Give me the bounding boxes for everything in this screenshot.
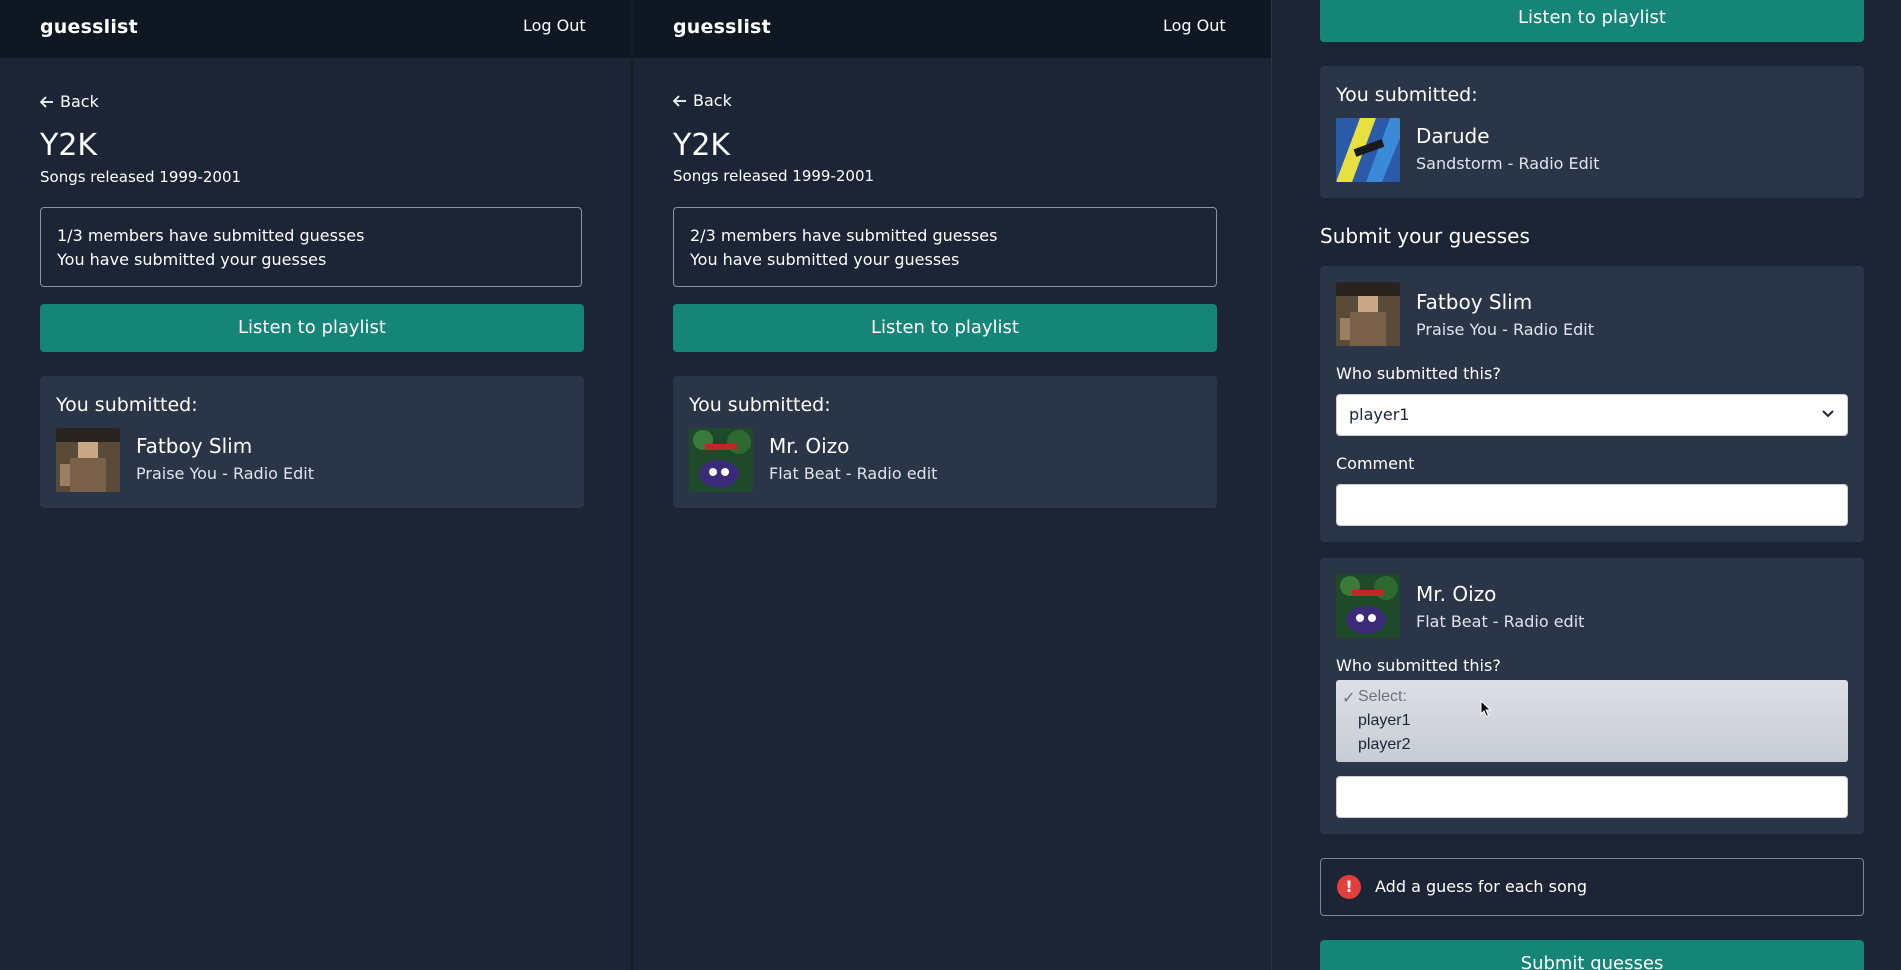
brand-logo[interactable]: guesslist xyxy=(40,16,138,38)
track-title: Sandstorm - Radio Edit xyxy=(1416,154,1600,173)
submission-status-box: 1/3 members have submitted guesses You h… xyxy=(40,207,582,287)
submission-status-box: 2/3 members have submitted guesses You h… xyxy=(673,207,1217,287)
members-status: 2/3 members have submitted guesses xyxy=(690,226,998,245)
alert-text: Add a guess for each song xyxy=(1375,877,1588,896)
back-link[interactable]: Back xyxy=(673,91,732,110)
back-label: Back xyxy=(60,92,99,111)
track-title: Praise You - Radio Edit xyxy=(1416,320,1595,339)
dropdown-option-select[interactable]: ✓ Select: xyxy=(1342,688,1407,707)
submitted-label: You submitted: xyxy=(1336,84,1478,106)
album-art-mr-oizo xyxy=(689,428,753,492)
page-title: Y2K xyxy=(673,128,731,163)
page-subtitle: Songs released 1999-2001 xyxy=(40,168,242,186)
submitted-label: You submitted: xyxy=(56,394,198,416)
arrow-left-icon xyxy=(40,95,53,108)
album-art-mr-oizo xyxy=(1336,574,1400,638)
window-pane-2: guesslist Log Out Back Y2K Songs release… xyxy=(633,0,1272,970)
own-status: You have submitted your guesses xyxy=(57,250,327,269)
window-pane-1: guesslist Log Out Back Y2K Songs release… xyxy=(0,0,633,970)
listen-to-playlist-button[interactable]: Listen to playlist xyxy=(1320,0,1864,42)
submitted-card: You submitted: Darude Sandstorm - Radio … xyxy=(1320,66,1864,198)
comment-label: Comment xyxy=(1336,454,1415,473)
logout-link[interactable]: Log Out xyxy=(1163,16,1226,35)
track-title: Flat Beat - Radio edit xyxy=(769,464,938,483)
page-title: Y2K xyxy=(40,128,98,163)
page-subtitle: Songs released 1999-2001 xyxy=(673,167,875,185)
own-status: You have submitted your guesses xyxy=(690,250,960,269)
track-title: Flat Beat - Radio edit xyxy=(1416,612,1585,631)
who-submitted-label: Who submitted this? xyxy=(1336,364,1501,383)
top-header: guesslist Log Out xyxy=(633,0,1271,58)
check-icon: ✓ xyxy=(1342,690,1356,707)
brand-logo[interactable]: guesslist xyxy=(673,16,771,38)
chevron-down-icon xyxy=(1822,410,1834,418)
selected-value: player1 xyxy=(1349,405,1410,424)
listen-to-playlist-button[interactable]: Listen to playlist xyxy=(40,304,584,352)
submitted-card: You submitted: Mr. Oizo Flat Beat - Radi… xyxy=(673,376,1217,508)
who-submitted-dropdown-open[interactable]: ✓ Select: player1 player2 xyxy=(1336,680,1848,762)
members-status: 1/3 members have submitted guesses xyxy=(57,226,365,245)
album-art-darude xyxy=(1336,118,1400,182)
track-artist: Darude xyxy=(1416,124,1490,148)
back-label: Back xyxy=(693,91,732,110)
dropdown-option-player2[interactable]: player2 xyxy=(1358,736,1410,754)
window-pane-3: Listen to playlist You submitted: Darude… xyxy=(1272,0,1901,970)
track-artist: Fatboy Slim xyxy=(1416,290,1533,314)
submit-guesses-button[interactable]: Submit guesses xyxy=(1320,940,1864,970)
comment-input[interactable] xyxy=(1336,484,1848,526)
top-header: guesslist Log Out xyxy=(0,0,631,58)
alert-icon: ! xyxy=(1337,875,1361,899)
who-submitted-select[interactable]: player1 xyxy=(1336,394,1848,436)
logout-link[interactable]: Log Out xyxy=(523,16,586,35)
submitted-label: You submitted: xyxy=(689,394,831,416)
who-submitted-label: Who submitted this? xyxy=(1336,656,1501,675)
track-artist: Mr. Oizo xyxy=(1416,582,1497,606)
arrow-left-icon xyxy=(673,94,686,107)
listen-to-playlist-button[interactable]: Listen to playlist xyxy=(673,304,1217,352)
album-art-fatboy-slim xyxy=(1336,282,1400,346)
album-art-fatboy-slim xyxy=(56,428,120,492)
dropdown-option-player1[interactable]: player1 xyxy=(1358,712,1410,730)
validation-alert: ! Add a guess for each song xyxy=(1320,858,1864,916)
track-title: Praise You - Radio Edit xyxy=(136,464,315,483)
section-title: Submit your guesses xyxy=(1320,224,1530,248)
comment-input[interactable] xyxy=(1336,776,1848,818)
back-link[interactable]: Back xyxy=(40,92,99,111)
track-artist: Mr. Oizo xyxy=(769,434,850,458)
track-artist: Fatboy Slim xyxy=(136,434,253,458)
submitted-card: You submitted: Fatboy Slim Praise You - … xyxy=(40,376,584,508)
mouse-cursor-icon xyxy=(1480,700,1492,718)
